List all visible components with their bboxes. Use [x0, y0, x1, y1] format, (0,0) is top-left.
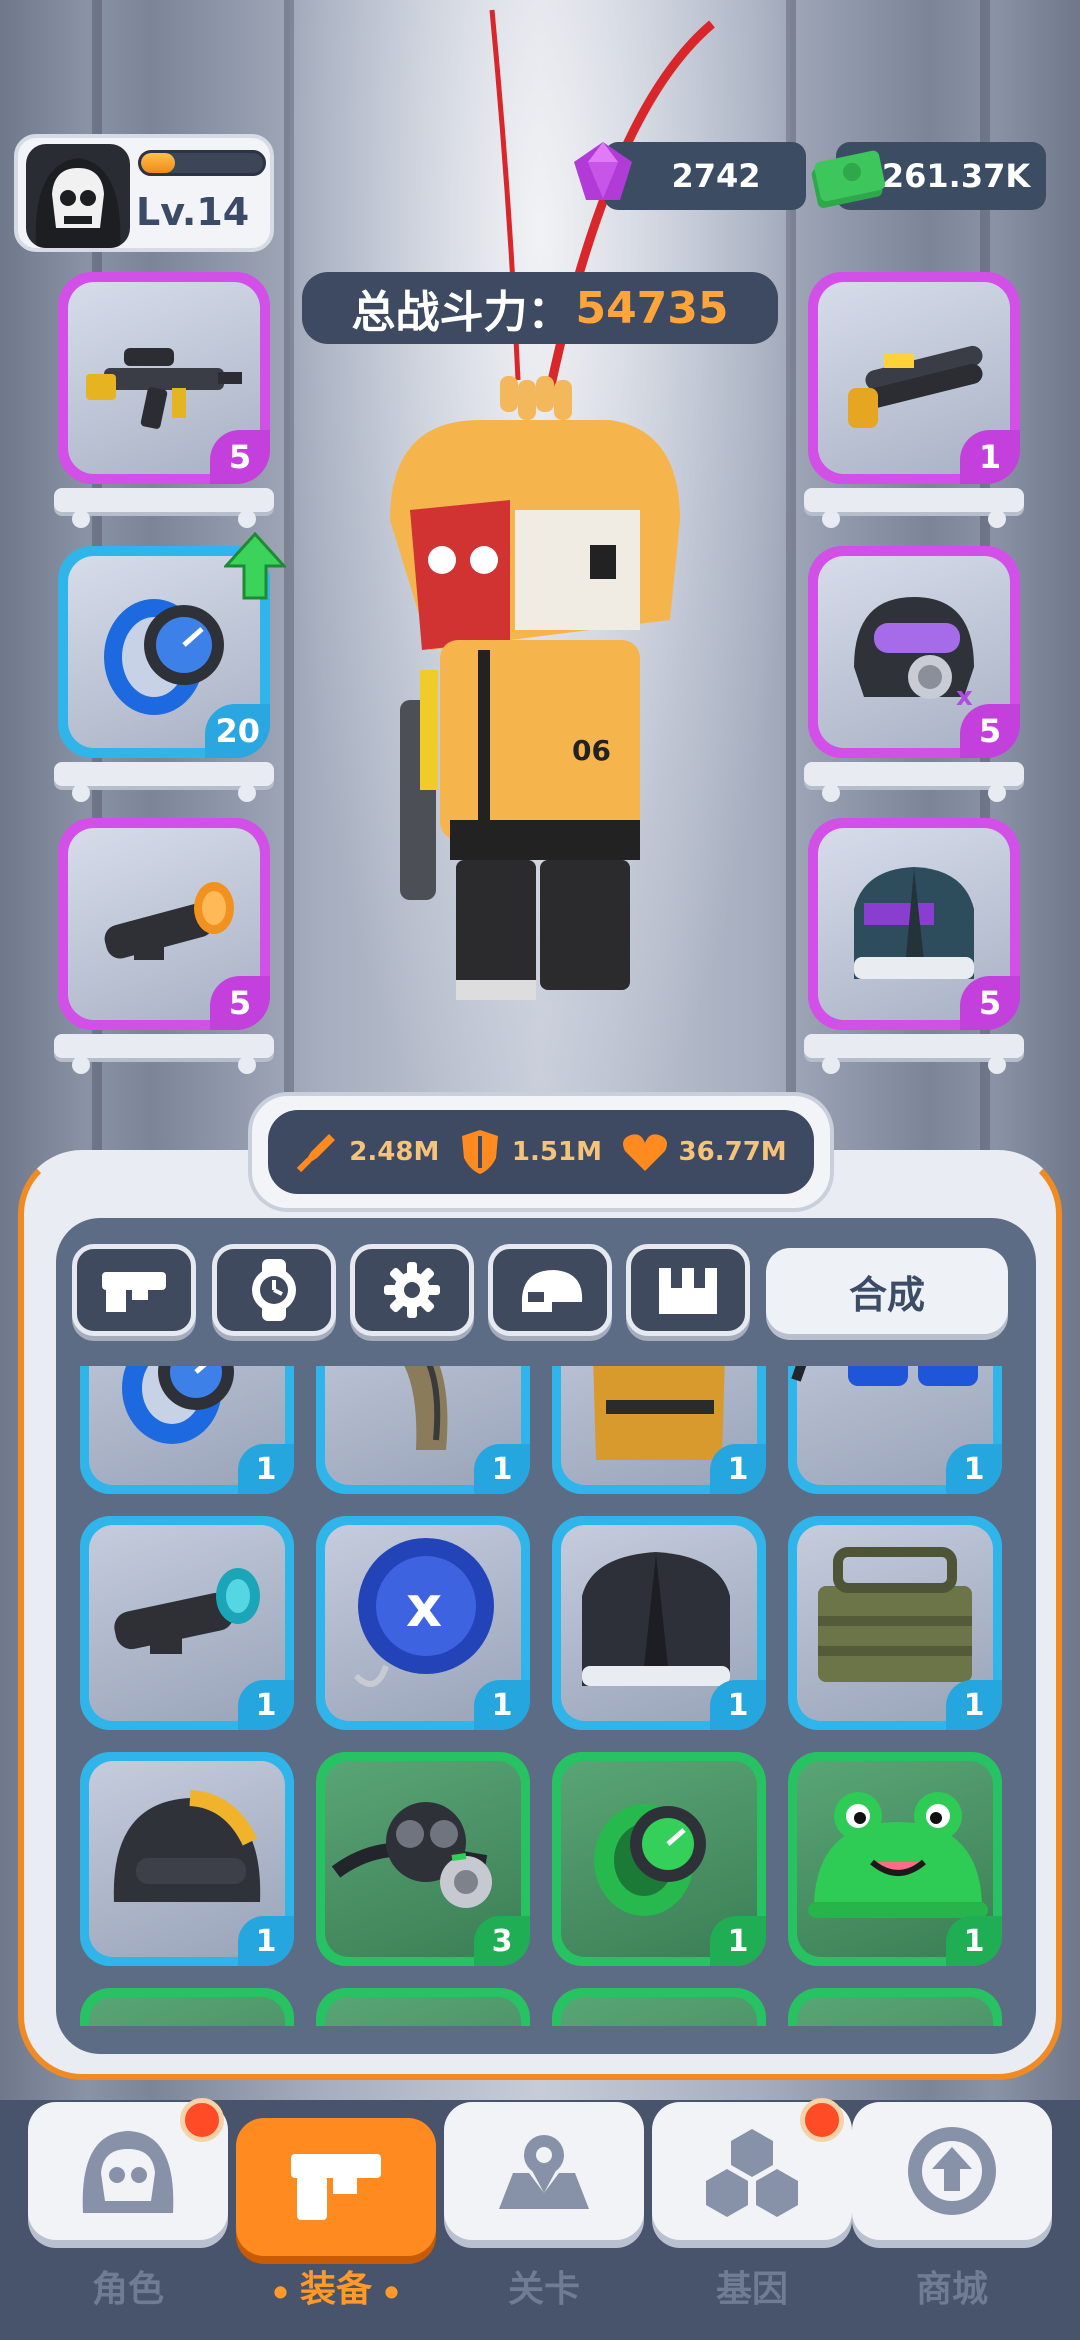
- shelf: [54, 1034, 274, 1074]
- inventory-item[interactable]: 1: [80, 1752, 294, 1966]
- tab-armor[interactable]: [626, 1244, 750, 1336]
- inventory-item[interactable]: [316, 1988, 530, 2026]
- gem-icon: [574, 142, 632, 200]
- notification-dot: [180, 2098, 224, 2142]
- shelf: [804, 1034, 1024, 1074]
- notification-dot: [800, 2098, 844, 2142]
- inventory-item[interactable]: 1: [552, 1752, 766, 1966]
- inventory-item[interactable]: 1: [552, 1366, 766, 1494]
- inventory-item[interactable]: 1: [788, 1752, 1002, 1966]
- nav-equipment[interactable]: [236, 2118, 436, 2256]
- attack-icon: [297, 1134, 336, 1173]
- helmet-tab-icon: [521, 1270, 583, 1312]
- suit-jacket-icon: [854, 867, 974, 979]
- upgrade-arrow-icon: [224, 532, 286, 600]
- health-value: 36.77M: [678, 1137, 787, 1167]
- shelf: [804, 762, 1024, 802]
- inventory-grid: 11111x1111311: [60, 1366, 1022, 2026]
- equip-slot-helmet[interactable]: x 5: [808, 546, 1020, 758]
- shelf: [54, 488, 274, 528]
- weapon-tab-icon: [102, 1272, 166, 1312]
- inventory-item[interactable]: 1: [552, 1516, 766, 1730]
- equip-slot-weapon[interactable]: 5: [58, 272, 270, 484]
- nav-label-stages: 关卡: [507, 2269, 580, 2310]
- watch-tab-icon: [252, 1259, 296, 1321]
- attack-stat: 2.48M: [295, 1130, 439, 1174]
- watch-icon: [104, 599, 224, 715]
- inventory-item[interactable]: 1: [316, 1366, 530, 1494]
- gem-count: 2742: [671, 157, 761, 195]
- inventory-item[interactable]: 3: [316, 1752, 530, 1966]
- total-power-banner: 总战斗力： 54735: [302, 272, 778, 344]
- inventory-item[interactable]: [552, 1988, 766, 2026]
- xp-progress-bar: [138, 150, 266, 176]
- stats-bar: 2.48M 1.51M 36.77M: [248, 1092, 834, 1212]
- attack-value: 2.48M: [349, 1137, 440, 1167]
- svg-text:06: 06: [572, 734, 611, 767]
- svg-text:x: x: [406, 1575, 442, 1640]
- player-profile[interactable]: Lv.14: [14, 134, 274, 252]
- inventory-item[interactable]: 1: [788, 1516, 1002, 1730]
- map-pin-icon: [499, 2135, 589, 2209]
- nav-label-character: 角色: [91, 2269, 164, 2310]
- nav-label-genes: 基因: [715, 2269, 788, 2310]
- skull-hood-icon: [26, 144, 130, 248]
- inventory-item[interactable]: 1: [788, 1366, 1002, 1494]
- shop-icon: [908, 2127, 996, 2215]
- inventory-item[interactable]: [80, 1988, 294, 2026]
- synthesize-button[interactable]: 合成: [766, 1248, 1008, 1334]
- tab-helmet[interactable]: [488, 1244, 612, 1336]
- cash-count: 261.37K: [881, 157, 1031, 195]
- health-stat: 36.77M: [621, 1131, 787, 1173]
- scope-icon: [104, 882, 234, 960]
- tab-gear[interactable]: [350, 1244, 474, 1336]
- shelf: [804, 488, 1024, 528]
- equip-slot-armor[interactable]: 5: [808, 818, 1020, 1030]
- nav-shop[interactable]: [852, 2102, 1052, 2240]
- character-icon: [82, 2131, 174, 2213]
- nav-label-equipment: ● 装备 ●: [273, 2269, 399, 2310]
- tab-watch[interactable]: [212, 1244, 336, 1336]
- cash-icon: [811, 150, 886, 208]
- equipment-icon: [291, 2154, 381, 2220]
- heart-icon: [622, 1134, 667, 1171]
- player-level: Lv.14: [136, 190, 250, 234]
- defense-icon: [461, 1130, 498, 1174]
- inventory-item[interactable]: x1: [316, 1516, 530, 1730]
- tab-weapon[interactable]: [72, 1244, 196, 1336]
- inventory-item[interactable]: 1: [80, 1516, 294, 1730]
- rifle-icon: [86, 348, 242, 429]
- defense-value: 1.51M: [511, 1137, 602, 1167]
- shotgun-icon: [848, 345, 983, 428]
- inventory-item[interactable]: 1: [80, 1366, 294, 1494]
- nav-label-shop: 商城: [915, 2269, 988, 2310]
- equip-slot-scope[interactable]: 5: [58, 818, 270, 1030]
- equip-slot-secondary-weapon[interactable]: 1: [808, 272, 1020, 484]
- total-power-label: 总战斗力：: [351, 287, 572, 338]
- gear-tab-icon: [384, 1262, 440, 1318]
- armor-tab-icon: [659, 1268, 717, 1314]
- nav-stages[interactable]: [444, 2102, 644, 2240]
- defense-stat: 1.51M: [458, 1128, 602, 1176]
- total-power-value: 54735: [575, 282, 729, 334]
- gas-mask-helmet-icon: x: [854, 597, 974, 712]
- inventory-item[interactable]: [788, 1988, 1002, 2026]
- svg-text:x: x: [956, 682, 973, 712]
- gene-icon: [706, 2129, 798, 2217]
- shelf: [54, 762, 274, 802]
